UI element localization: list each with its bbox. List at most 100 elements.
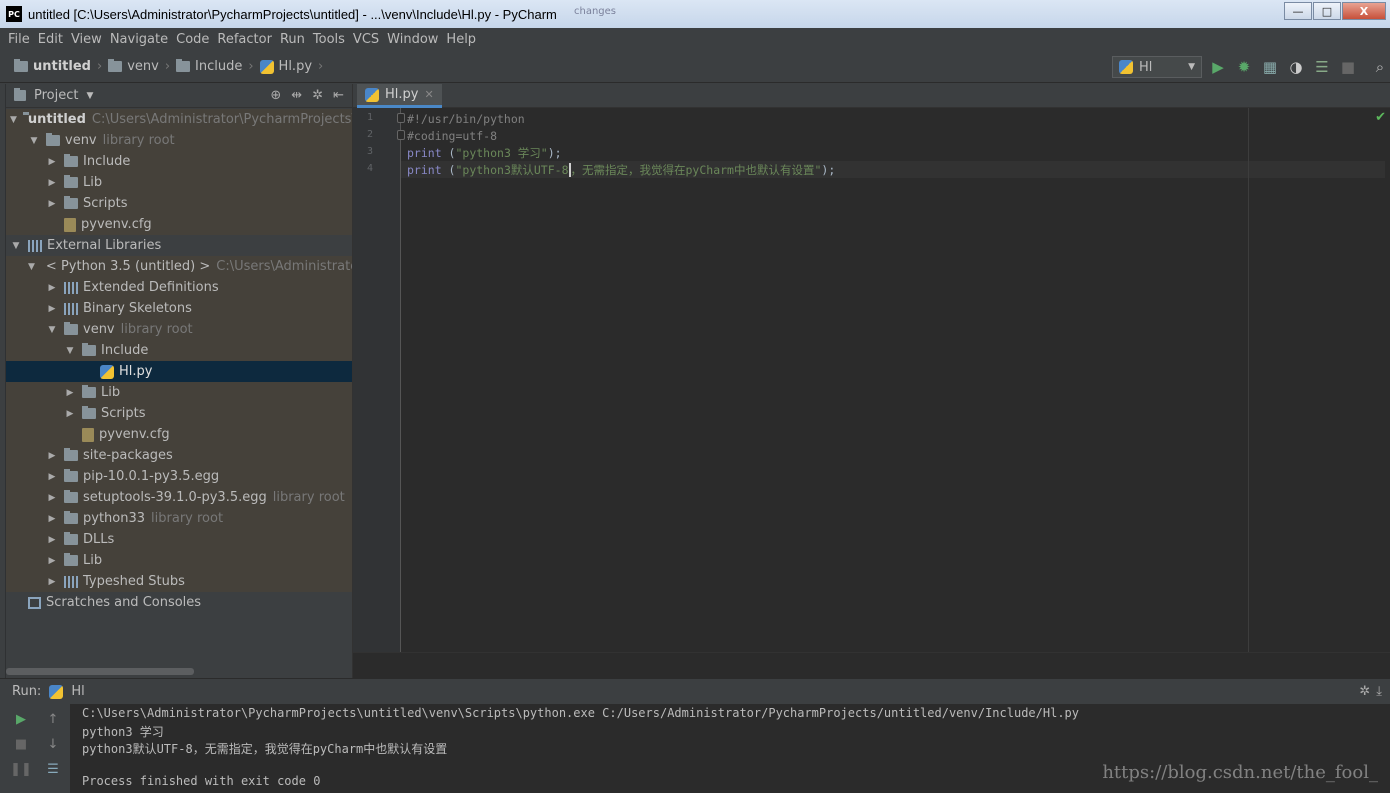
library-icon: [28, 239, 42, 252]
breadcrumb-project[interactable]: untitled: [14, 59, 91, 74]
collapse-arrow-icon[interactable]: ▶: [46, 304, 58, 314]
profile-icon[interactable]: ◑: [1286, 56, 1306, 78]
tree-item[interactable]: ▼ venv library root: [6, 130, 352, 151]
rerun-icon[interactable]: ▶: [12, 710, 30, 728]
collapse-arrow-icon[interactable]: ▶: [46, 199, 58, 209]
code-text-area[interactable]: #!/usr/bin/python #coding=utf-8 print ("py…: [401, 108, 1390, 652]
console-line: C:\Users\Administrator\PycharmProjects\u…: [82, 706, 1079, 720]
hide-icon[interactable]: ⤓: [1376, 684, 1382, 699]
arrow-up-icon[interactable]: ↑: [44, 710, 62, 728]
tree-item[interactable]: ▶ Extended Definitions: [6, 277, 352, 298]
expand-arrow-icon[interactable]: ▼: [46, 325, 58, 335]
tree-item[interactable]: Hl.py: [6, 361, 352, 382]
tree-item[interactable]: ▶ site-packages: [6, 445, 352, 466]
collapse-arrow-icon[interactable]: ▶: [46, 556, 58, 566]
tree-item[interactable]: ▼ External Libraries: [6, 235, 352, 256]
taskbar-item[interactable]: changes: [570, 4, 620, 24]
close-icon[interactable]: ✕: [424, 88, 433, 101]
tree-item-label: Lib: [101, 385, 121, 400]
tree-item[interactable]: pyvenv.cfg: [6, 424, 352, 445]
tree-item[interactable]: Scratches and Consoles: [6, 592, 352, 613]
horizontal-scrollbar[interactable]: [6, 668, 194, 675]
collapse-icon[interactable]: ⇹: [291, 88, 302, 103]
folder-icon: [64, 322, 78, 335]
tree-item[interactable]: ▼ venv library root: [6, 319, 352, 340]
close-button[interactable]: X: [1342, 2, 1386, 20]
tree-item[interactable]: ▶ Binary Skeletons: [6, 298, 352, 319]
collapse-arrow-icon[interactable]: ▶: [64, 388, 76, 398]
gear-icon[interactable]: ✲: [312, 88, 323, 103]
menu-code[interactable]: Code: [172, 32, 213, 47]
menu-help[interactable]: Help: [442, 32, 480, 47]
tree-item-label: untitled: [27, 112, 86, 127]
title-bar: PC untitled [C:\Users\Administrator\Pych…: [0, 0, 1390, 28]
tree-item[interactable]: pyvenv.cfg: [6, 214, 352, 235]
coverage-icon[interactable]: ▦: [1260, 56, 1280, 78]
menu-window[interactable]: Window: [383, 32, 442, 47]
menu-navigate[interactable]: Navigate: [106, 32, 172, 47]
code-token: print: [407, 162, 442, 177]
expand-arrow-icon[interactable]: ▼: [28, 136, 40, 146]
run-configuration-select[interactable]: Hl ▼: [1112, 56, 1202, 78]
pause-icon[interactable]: ❚❚: [10, 760, 32, 778]
collapse-arrow-icon[interactable]: ▶: [46, 577, 58, 587]
maximize-button[interactable]: □: [1313, 2, 1341, 20]
breadcrumb-file[interactable]: Hl.py: [259, 59, 312, 74]
fold-marker-icon[interactable]: [397, 113, 405, 123]
chevron-down-icon[interactable]: ▼: [86, 91, 93, 101]
menu-view[interactable]: View: [67, 32, 106, 47]
tree-item[interactable]: ▶ Lib: [6, 172, 352, 193]
project-panel-title[interactable]: Project: [34, 88, 78, 103]
debug-icon[interactable]: ✹: [1234, 56, 1254, 78]
tree-item[interactable]: ▶ setuptools-39.1.0-py3.5.egg library root: [6, 487, 352, 508]
tree-item[interactable]: ▼ Include: [6, 340, 352, 361]
tree-item[interactable]: ▼ untitled C:\Users\Administrator\PycharmP…: [6, 109, 352, 130]
expand-arrow-icon[interactable]: ▼: [64, 346, 76, 356]
collapse-arrow-icon[interactable]: ▶: [46, 535, 58, 545]
collapse-arrow-icon[interactable]: ▶: [64, 409, 76, 419]
menu-vcs[interactable]: VCS: [349, 32, 383, 47]
fold-marker-icon[interactable]: [397, 130, 405, 140]
run-icon[interactable]: ▶: [1208, 56, 1228, 78]
tree-item[interactable]: ▶ Lib: [6, 550, 352, 571]
expand-arrow-icon[interactable]: ▼: [28, 262, 35, 272]
minimize-button[interactable]: —: [1284, 2, 1312, 20]
tree-item[interactable]: ▶ Lib: [6, 382, 352, 403]
menu-edit[interactable]: Edit: [34, 32, 67, 47]
menu-file[interactable]: File: [4, 32, 34, 47]
collapse-arrow-icon[interactable]: ▶: [46, 451, 58, 461]
gear-icon[interactable]: ✲: [1359, 684, 1370, 699]
config-file-icon: [82, 427, 94, 442]
tree-item[interactable]: ▶ Scripts: [6, 193, 352, 214]
collapse-arrow-icon[interactable]: ▶: [46, 472, 58, 482]
menu-run[interactable]: Run: [276, 32, 309, 47]
concurrency-icon[interactable]: ☰: [1312, 56, 1332, 78]
locate-icon[interactable]: ⊕: [270, 88, 281, 103]
stop-icon[interactable]: ■: [12, 735, 30, 753]
tree-item[interactable]: ▼ < Python 3.5 (untitled) > C:\Users\Admin…: [6, 256, 352, 277]
arrow-down-icon[interactable]: ↓: [44, 735, 62, 753]
menu-refactor[interactable]: Refactor: [213, 32, 276, 47]
collapse-arrow-icon[interactable]: ▶: [46, 157, 58, 167]
tree-item[interactable]: ▶ Scripts: [6, 403, 352, 424]
collapse-arrow-icon[interactable]: ▶: [46, 283, 58, 293]
tree-item[interactable]: ▶ Include: [6, 151, 352, 172]
breadcrumb-venv[interactable]: venv: [108, 59, 159, 74]
tree-item[interactable]: ▶ Typeshed Stubs: [6, 571, 352, 592]
hide-icon[interactable]: ⇤: [333, 88, 344, 103]
soft-wrap-icon[interactable]: ☰: [44, 760, 62, 778]
tree-item[interactable]: ▶ DLLs: [6, 529, 352, 550]
tree-item[interactable]: ▶ python33 library root: [6, 508, 352, 529]
collapse-arrow-icon[interactable]: ▶: [46, 493, 58, 503]
collapse-arrow-icon[interactable]: ▶: [46, 178, 58, 188]
tab-hl-py[interactable]: Hl.py ✕: [357, 84, 442, 108]
tree-item[interactable]: ▶ pip-10.0.1-py3.5.egg: [6, 466, 352, 487]
breadcrumb-include[interactable]: Include: [176, 59, 242, 74]
stop-icon[interactable]: ■: [1338, 56, 1358, 78]
expand-arrow-icon[interactable]: ▼: [10, 115, 17, 125]
search-icon[interactable]: ⌕: [1370, 56, 1390, 78]
expand-arrow-icon[interactable]: ▼: [10, 241, 22, 251]
menu-tools[interactable]: Tools: [309, 32, 349, 47]
collapse-arrow-icon[interactable]: ▶: [46, 514, 58, 524]
run-tab-label[interactable]: Hl: [71, 684, 84, 699]
